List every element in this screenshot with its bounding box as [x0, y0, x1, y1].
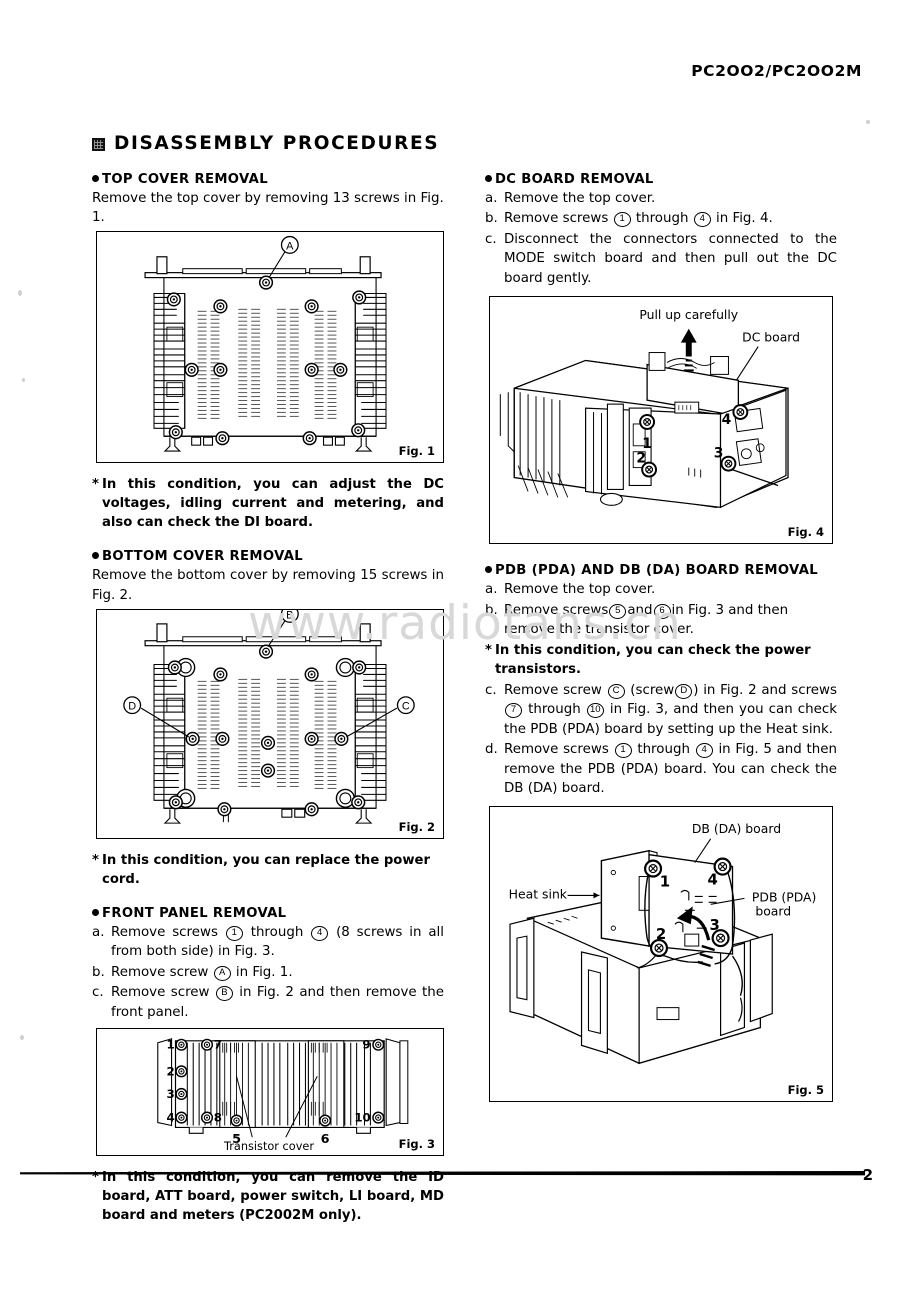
svg-text:3: 3	[166, 1087, 174, 1101]
figure-2: B D C Fig. 2	[96, 608, 444, 839]
left-column: TOP COVER REMOVAL Remove the top cover b…	[92, 172, 444, 1227]
scan-speck	[22, 378, 25, 382]
circled-number: 1	[614, 743, 632, 759]
step-pdb-c: c. Remove screw C (screw D) in Fig. 2 and…	[485, 682, 838, 737]
figure-5-label-heat-sink: Heat sink	[509, 887, 568, 902]
model-header: PC2OO2/PC2OO2M	[691, 62, 862, 80]
circled-letter: A	[213, 965, 231, 981]
figure-3-label-transistor-cover: Transistor cover	[223, 1139, 314, 1153]
step-pdb-d: d. Remove screws 1 through 4 in Fig. 5 a…	[485, 742, 837, 796]
figure-5-caption: Fig. 5	[786, 1083, 825, 1098]
step-front-panel-c: c. Remove screw B in Fig. 2 and then rem…	[92, 985, 444, 1020]
svg-text:2: 2	[166, 1064, 174, 1078]
svg-text:2: 2	[636, 451, 646, 467]
figure-3-drawing: 1 2 3 4 7 8 9 10 5 6 Transistor cover	[157, 1038, 409, 1153]
figure-3-caption: Fig. 3	[397, 1137, 436, 1152]
figure-4-label-dc-board: DC board	[742, 330, 800, 345]
bullet-dot-icon	[485, 175, 492, 182]
bullet-dot-icon	[92, 175, 99, 182]
svg-text:A: A	[286, 240, 294, 252]
figure-4: 1 2 3 4 Pull up carefully DC board Fig. …	[489, 296, 833, 545]
circled-number: 4	[695, 743, 713, 759]
circled-number: 7	[505, 703, 522, 719]
svg-text:C: C	[402, 700, 410, 712]
square-bullet-icon	[92, 138, 105, 151]
figure-2-drawing: B D C	[123, 609, 415, 824]
circled-number: 6	[653, 603, 671, 619]
figure-4-drawing: 1 2 3 4 Pull up carefully DC board	[499, 307, 800, 509]
text-bottom-cover-body: Remove the bottom cover by removing 15 s…	[92, 568, 444, 603]
figure-3: 1 2 3 4 7 8 9 10 5 6 Transistor cover Fi…	[96, 1028, 444, 1157]
figure-2-caption: Fig. 2	[397, 819, 436, 834]
svg-text:7: 7	[214, 1038, 222, 1052]
figure-1-drawing: A	[144, 235, 387, 452]
svg-text:4: 4	[166, 1111, 174, 1125]
circled-letter: D	[675, 683, 693, 699]
scan-speck	[18, 290, 22, 296]
heading-front-panel-removal: FRONT PANEL REMOVAL	[92, 906, 444, 921]
figure-5-drawing: 1 2 3 4 DB (DA) board Heat sink PDB (PDA…	[509, 821, 816, 1065]
svg-text:2: 2	[656, 926, 666, 944]
note-bottom-cover: * In this condition, you can replace the…	[92, 852, 430, 887]
footer-rule	[20, 1171, 865, 1176]
svg-text:9: 9	[362, 1038, 370, 1052]
circled-number: 1	[225, 925, 243, 941]
step-dc-board-b: b. Remove screws 1 through 4 in Fig. 4.	[485, 211, 773, 228]
svg-text:B: B	[286, 610, 293, 621]
circled-number: 4	[693, 212, 711, 228]
figure-4-caption: Fig. 4	[786, 525, 825, 540]
page-title: DISASSEMBLY PROCEDURES	[114, 133, 440, 154]
svg-text:D: D	[128, 700, 136, 712]
bullet-dot-icon	[92, 552, 99, 560]
step-front-panel-b: b. Remove screw A in Fig. 1.	[92, 964, 293, 981]
heading-pdb-db-board-removal: PDB (PDA) AND DB (DA) BOARD REMOVAL	[485, 563, 837, 578]
heading-bottom-cover-removal: BOTTOM COVER REMOVAL	[92, 549, 444, 564]
note-front-panel: * In this condition, you can remove the …	[92, 1170, 444, 1224]
section-title-row: DISASSEMBLY PROCEDURES	[92, 133, 439, 154]
circled-letter: C	[607, 683, 625, 699]
svg-text:4: 4	[707, 871, 717, 889]
right-column: DC BOARD REMOVAL a. Remove the top cover…	[485, 172, 838, 1103]
svg-text:1: 1	[660, 873, 670, 891]
figure-1-caption: Fig. 1	[397, 444, 436, 459]
figure-5-label-pdb-board-2: board	[755, 904, 791, 919]
bullet-dot-icon	[485, 566, 492, 574]
bullet-dot-icon	[92, 908, 99, 916]
heading-top-cover-removal: TOP COVER REMOVAL	[92, 172, 444, 187]
scan-speck	[866, 120, 870, 124]
figure-5: 1 2 3 4 DB (DA) board Heat sink PDB (PDA…	[489, 806, 833, 1103]
note-pdb-transistors: * In this condition, you can check the p…	[485, 642, 811, 677]
svg-text:8: 8	[214, 1111, 222, 1125]
manual-page: PC2OO2/PC2OO2M DISASSEMBLY PROCEDURES TO…	[0, 0, 920, 1300]
svg-text:6: 6	[321, 1132, 330, 1147]
svg-text:10: 10	[354, 1111, 370, 1125]
step-pdb-a: a. Remove the top cover.	[485, 582, 656, 598]
page-number: 2	[862, 1166, 873, 1184]
figure-5-label-pdb-board: PDB (PDA)	[752, 890, 816, 905]
circled-number: 5	[609, 603, 627, 619]
circled-letter: B	[215, 986, 233, 1002]
svg-text:3: 3	[714, 446, 724, 462]
circled-number: 10	[586, 703, 604, 719]
heading-dc-board-removal: DC BOARD REMOVAL	[485, 172, 837, 187]
note-top-cover: * In this condition, you can adjust the …	[92, 477, 444, 531]
text-top-cover-body: Remove the top cover by removing 13 scre…	[92, 191, 444, 226]
figure-5-label-db-board: DB (DA) board	[692, 821, 781, 836]
svg-text:1: 1	[166, 1038, 174, 1052]
svg-text:4: 4	[722, 412, 732, 428]
step-dc-board-a: a. Remove the top cover.	[485, 191, 656, 206]
circled-number: 4	[311, 925, 329, 941]
figure-1: A Fig. 1	[96, 231, 444, 464]
svg-text:3: 3	[709, 917, 719, 935]
step-front-panel-a: a. Remove screws 1 through 4 (8 screws i…	[92, 924, 444, 960]
step-pdb-b: b. Remove screws 5 and 6 in Fig. 3 and then …	[485, 602, 789, 638]
svg-text:1: 1	[642, 436, 652, 452]
circled-number: 1	[613, 212, 631, 228]
scan-speck	[20, 1035, 24, 1040]
step-dc-board-c: c. Disconnect the connectors connected t…	[485, 231, 837, 286]
figure-4-label-pull-up: Pull up carefully	[639, 307, 738, 322]
